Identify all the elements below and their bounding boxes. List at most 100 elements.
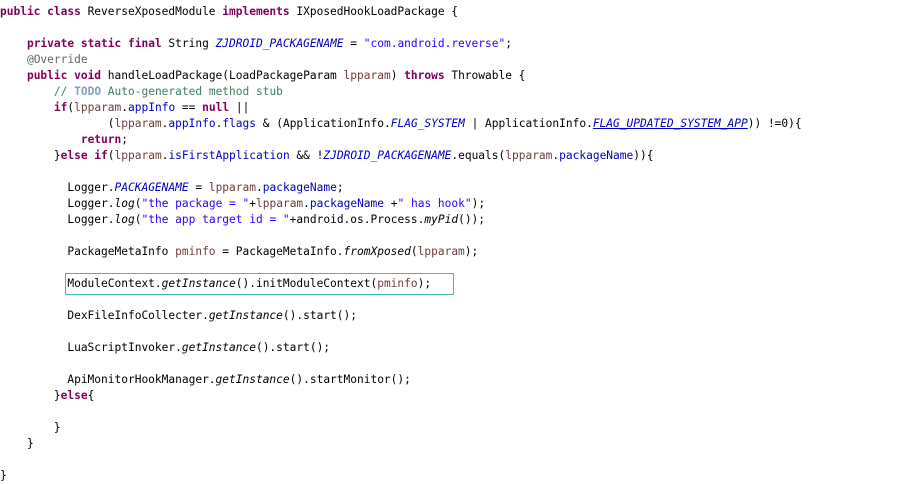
code-token: lpparam	[343, 69, 391, 82]
code-token: ReverseXposedModule	[80, 5, 223, 18]
code-token: handleLoadPackage(LoadPackageParam	[101, 69, 344, 82]
code-token: .	[255, 181, 263, 194]
code-token: PackageMetaInfo	[0, 245, 176, 258]
code-token: =	[343, 37, 364, 50]
code-token: "com.android.reverse"	[363, 37, 506, 50]
code-token: +	[384, 197, 398, 210]
code-token: DexFileInfoCollecter.	[0, 309, 209, 322]
code-token: ;	[121, 133, 128, 146]
code-token: (	[410, 245, 418, 258]
code-line: Logger.PACKAGENAME = lpparam.packageName…	[0, 180, 343, 196]
code-token: {	[87, 389, 95, 402]
code-token: Throwable {	[444, 69, 526, 82]
code-line: return;	[0, 132, 128, 148]
code-token: appInfo	[128, 101, 176, 114]
code-token: return	[80, 133, 122, 146]
code-token: lpparam	[114, 149, 162, 162]
code-token: Logger.	[0, 181, 115, 194]
code-token: packageName	[262, 181, 337, 194]
code-token: pminfo	[175, 245, 216, 258]
code-token: }	[0, 389, 61, 402]
code-token: getInstance	[215, 373, 290, 386]
code-line: Logger.log("the app target id = "+androi…	[0, 212, 485, 228]
code-token: ==	[175, 101, 203, 114]
code-line: (lpparam.appInfo.flags & (ApplicationInf…	[0, 116, 802, 132]
code-token: packageName	[559, 149, 634, 162]
code-line: PackageMetaInfo pminfo = PackageMetaInfo…	[0, 244, 478, 260]
code-token: ||	[229, 101, 250, 114]
code-token: flags	[222, 117, 257, 130]
code-line: @Override	[0, 52, 88, 68]
code-token: null	[202, 101, 230, 114]
code-token: & (ApplicationInfo.	[256, 117, 391, 130]
code-token: else	[60, 389, 88, 402]
code-token: log	[114, 197, 135, 210]
code-editor[interactable]: public class ReverseXposedModule impleme…	[0, 0, 918, 484]
code-line: public class ReverseXposedModule impleme…	[0, 4, 458, 20]
code-token: PACKAGENAME	[114, 181, 189, 194]
code-line: LuaScriptInvoker.getInstance().start();	[0, 340, 330, 356]
code-token: appInfo	[168, 117, 216, 130]
code-token: throws	[404, 69, 445, 82]
code-token: fromXposed	[343, 245, 411, 258]
code-token: ());	[458, 213, 486, 226]
code-token: && !	[289, 149, 324, 162]
code-token: public void	[26, 69, 102, 82]
code-token: )){	[633, 149, 654, 162]
code-line: // TODO Auto-generated method stub	[0, 84, 283, 100]
code-token: )) !=0){	[747, 117, 802, 130]
code-token: ZJDROID_PACKAGENAME	[215, 37, 344, 50]
code-token: )	[390, 69, 405, 82]
code-line: if(lpparam.appInfo == null ||	[0, 100, 249, 116]
code-line: }	[0, 468, 7, 484]
code-token: }	[0, 421, 61, 434]
code-token: FLAG_SYSTEM	[390, 117, 465, 130]
code-line: }	[0, 436, 34, 452]
code-token: | ApplicationInfo.	[464, 117, 593, 130]
code-token: Logger.	[0, 197, 115, 210]
code-token: @Override	[26, 53, 88, 66]
code-token: implements	[222, 5, 290, 18]
code-line: ApiMonitorHookManager.getInstance().star…	[0, 372, 411, 388]
code-line: public void handleLoadPackage(LoadPackag…	[0, 68, 525, 84]
code-token: getInstance	[181, 341, 256, 354]
code-token: myPid	[424, 213, 459, 226]
code-token: }	[0, 469, 7, 482]
code-token: "the app target id = "	[141, 213, 290, 226]
code-token: +android.os.Process.	[289, 213, 425, 226]
code-token: " has hook"	[397, 197, 472, 210]
code-token: (	[0, 117, 115, 130]
code-token: private static final	[26, 37, 162, 50]
code-token: );	[464, 245, 479, 258]
code-token: ().start();	[282, 309, 357, 322]
code-token: .equals(	[451, 149, 506, 162]
code-token: log	[114, 213, 135, 226]
code-token: if	[53, 101, 68, 114]
code-token: = PackageMetaInfo.	[215, 245, 344, 258]
code-token: Logger.	[0, 213, 115, 226]
code-token: +	[249, 197, 257, 210]
code-line: private static final String ZJDROID_PACK…	[0, 36, 512, 52]
code-token: LuaScriptInvoker.	[0, 341, 182, 354]
code-token: lpparam	[208, 181, 256, 194]
code-token: lpparam	[74, 101, 122, 114]
code-token: ().start();	[255, 341, 331, 354]
highlighted-code-line	[65, 273, 454, 295]
code-token: else if	[60, 149, 108, 162]
code-token: ;	[505, 37, 512, 50]
code-token: lpparam	[114, 117, 162, 130]
code-token: //	[53, 85, 75, 98]
code-token: lpparam	[256, 197, 304, 210]
code-token: }	[0, 149, 61, 162]
code-token: FLAG_UPDATED_SYSTEM_APP	[592, 117, 748, 130]
code-token: public class	[0, 5, 81, 18]
code-line: }else if(lpparam.isFirstApplication && !…	[0, 148, 654, 164]
code-line: }else{	[0, 388, 94, 404]
code-token: .	[303, 197, 310, 210]
code-token: isFirstApplication	[168, 149, 290, 162]
